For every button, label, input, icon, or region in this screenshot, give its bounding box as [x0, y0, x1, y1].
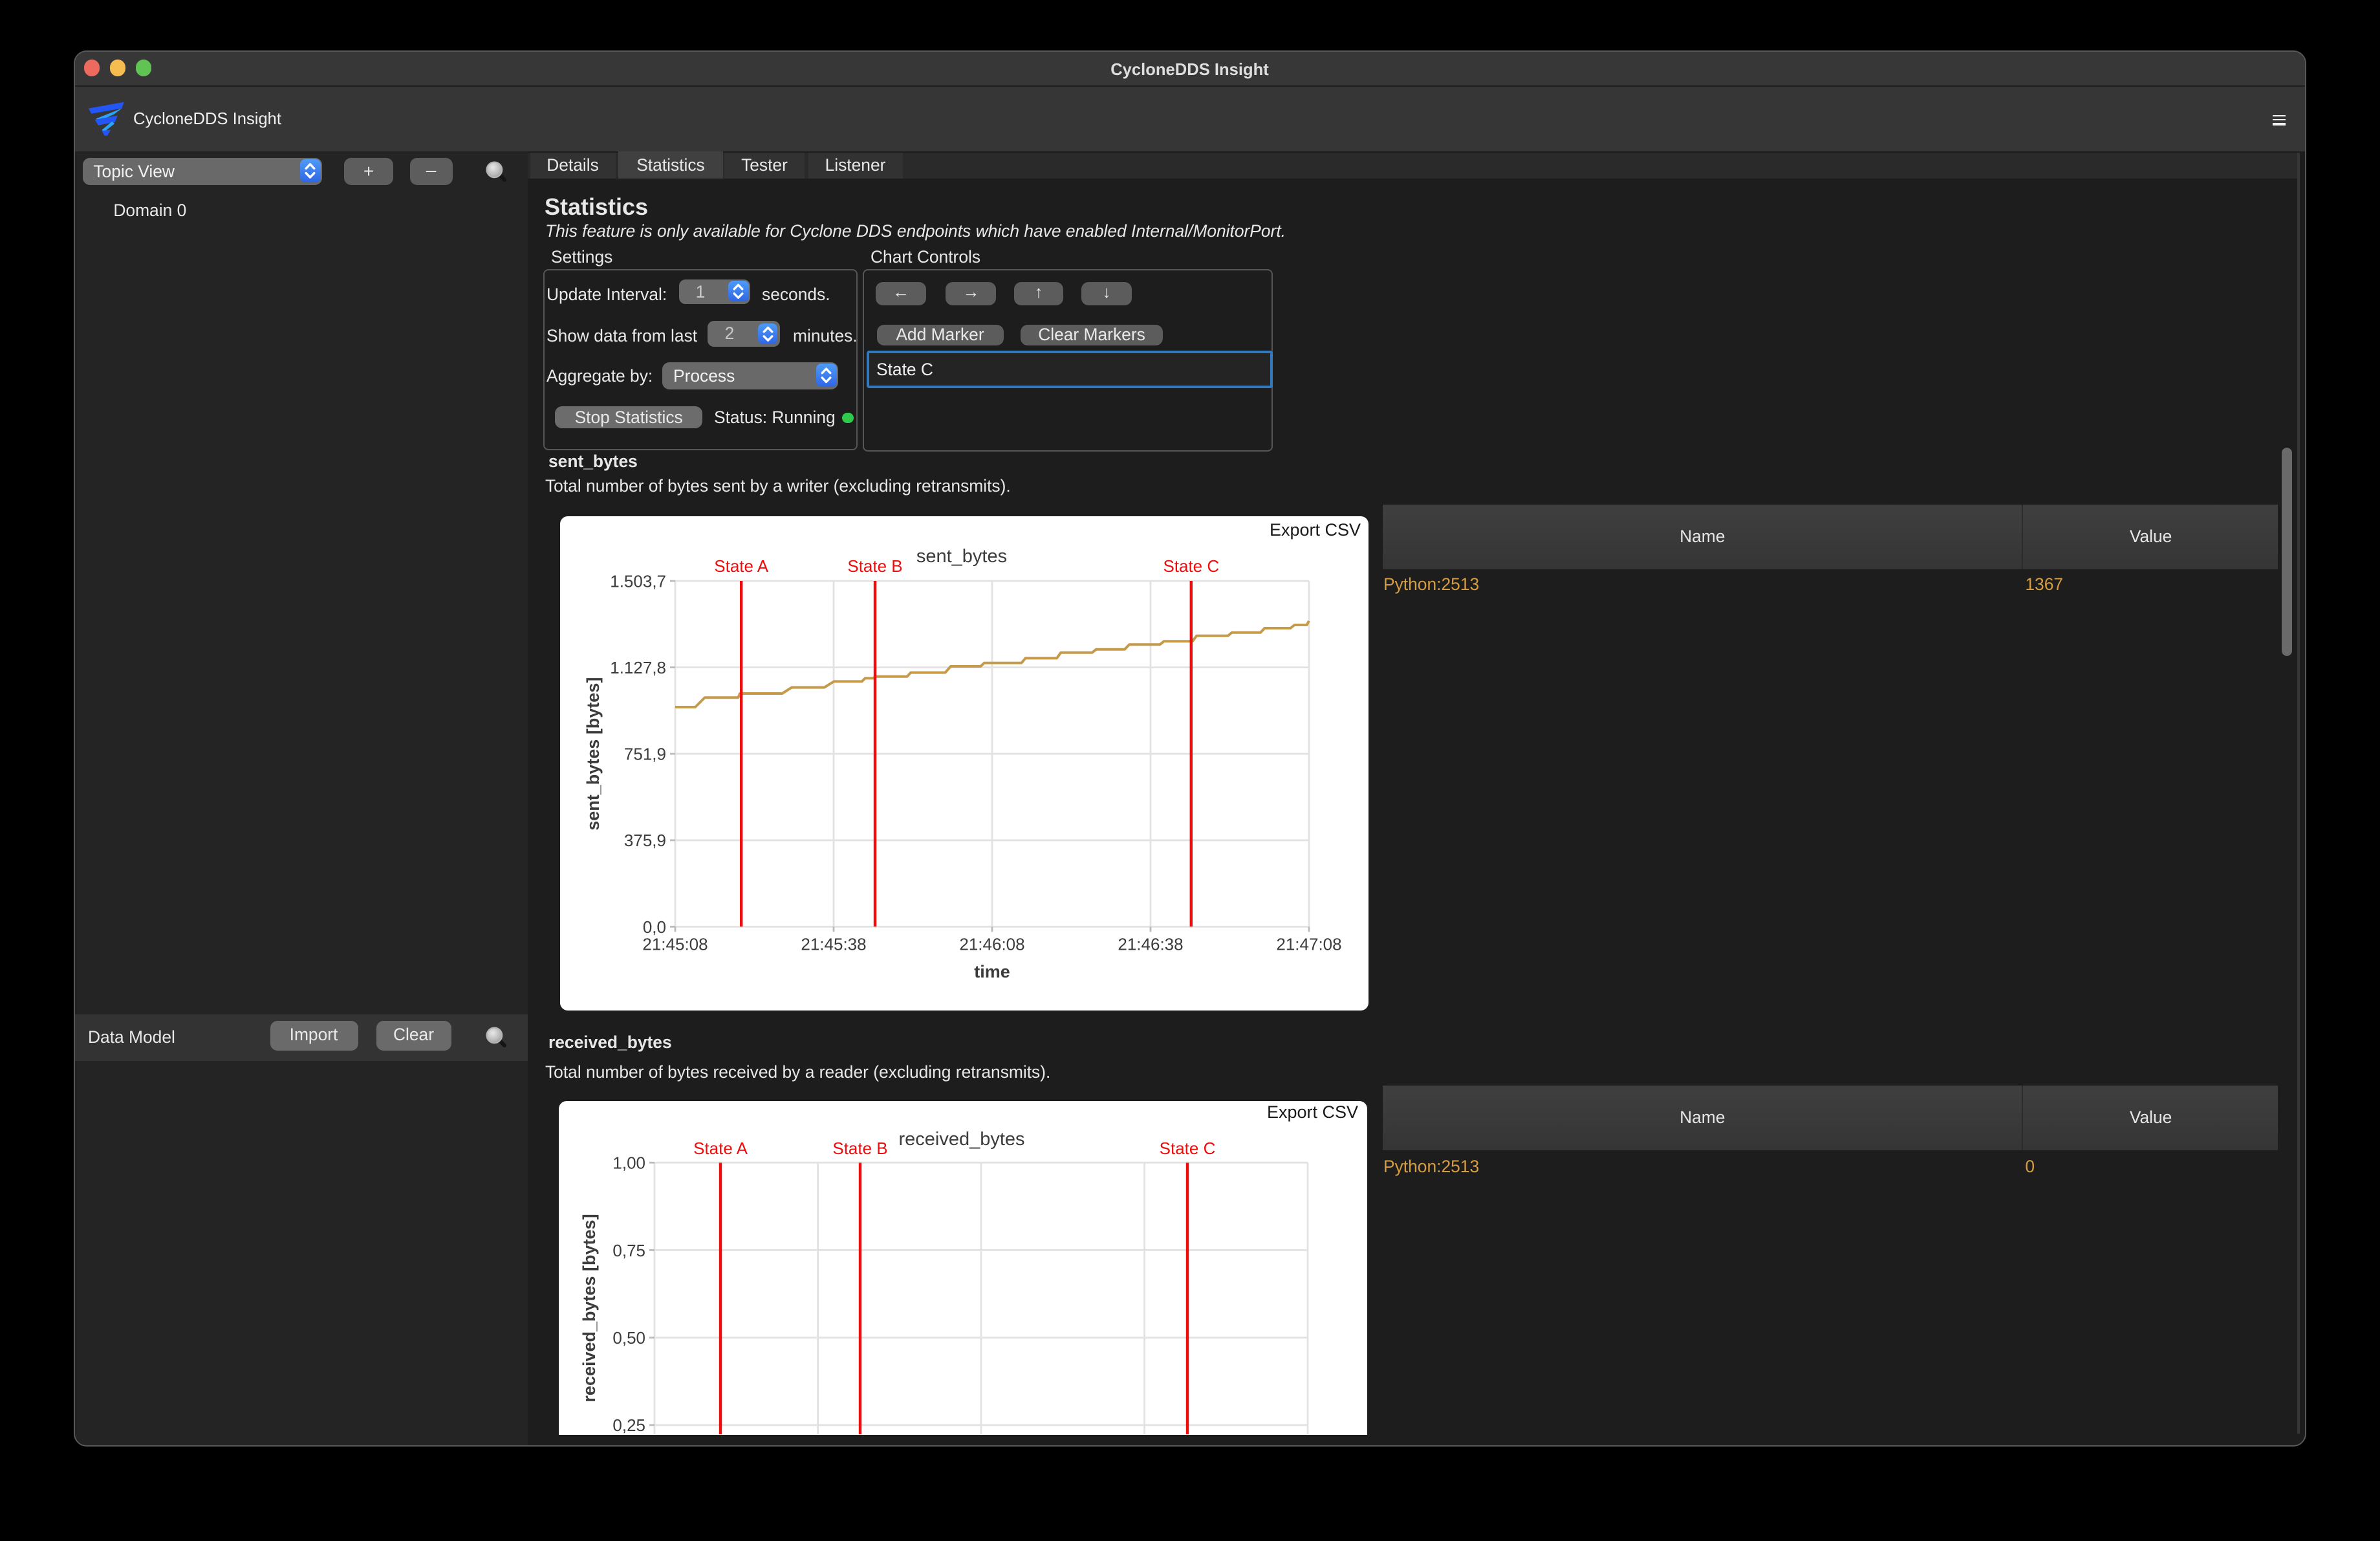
svg-text:21:46:08: 21:46:08	[958, 934, 1024, 954]
svg-text:sent_bytes [bytes]: sent_bytes [bytes]	[583, 677, 602, 831]
svg-text:State C: State C	[1160, 1139, 1216, 1158]
svg-text:0,0: 0,0	[642, 917, 665, 937]
svg-text:sent_bytes: sent_bytes	[916, 546, 1006, 567]
svg-text:State C: State C	[1162, 556, 1218, 576]
svg-text:375,9: 375,9	[623, 831, 665, 850]
svg-text:751,9: 751,9	[623, 745, 665, 764]
svg-text:21:47:08: 21:47:08	[1275, 934, 1341, 954]
svg-text:State B: State B	[832, 1139, 887, 1158]
svg-text:received_bytes: received_bytes	[898, 1129, 1024, 1150]
svg-text:21:46:38: 21:46:38	[1117, 934, 1182, 954]
svg-text:received_bytes [bytes]: received_bytes [bytes]	[579, 1214, 599, 1402]
svg-text:1,00: 1,00	[612, 1153, 645, 1173]
svg-text:State B: State B	[847, 556, 902, 576]
svg-text:1.503,7: 1.503,7	[609, 571, 665, 591]
svg-text:State A: State A	[693, 1139, 748, 1158]
svg-text:time: time	[973, 962, 1010, 981]
svg-text:Export CSV: Export CSV	[1267, 1102, 1358, 1122]
svg-text:21:45:08: 21:45:08	[642, 934, 707, 954]
svg-text:1.127,8: 1.127,8	[609, 658, 665, 677]
svg-text:0,25: 0,25	[612, 1415, 645, 1434]
svg-text:0,50: 0,50	[612, 1328, 645, 1348]
svg-text:0,75: 0,75	[612, 1241, 645, 1260]
svg-text:State A: State A	[713, 556, 768, 576]
svg-text:21:45:38: 21:45:38	[800, 934, 865, 954]
svg-text:Export CSV: Export CSV	[1269, 520, 1360, 540]
